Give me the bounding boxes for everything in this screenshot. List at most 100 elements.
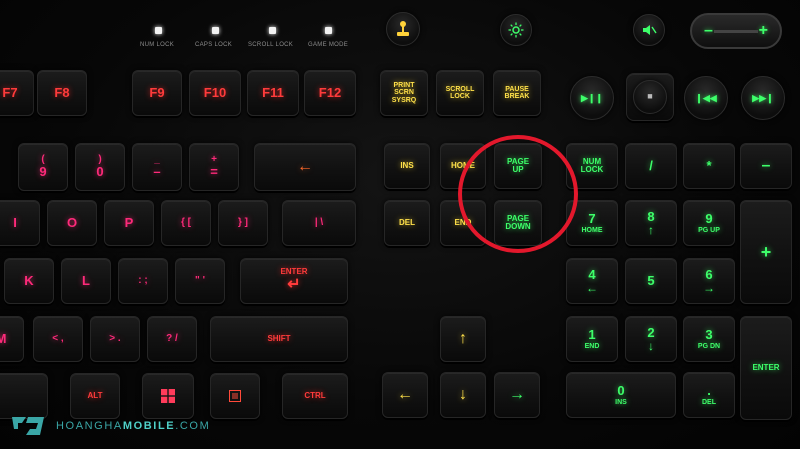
key-quote[interactable]: " ' (175, 258, 225, 304)
key-numpad-4-main: 4 (588, 266, 596, 282)
key-minus[interactable]: _ – (132, 143, 182, 191)
key-semicolon[interactable]: : ; (118, 258, 168, 304)
key-print-screen[interactable]: PRINT SCRN SYSRQ (380, 70, 428, 116)
key-numpad-8-main: 8 (647, 208, 655, 224)
mute-button[interactable] (633, 14, 665, 46)
key-right-shift[interactable]: SHIFT (210, 316, 348, 362)
key-left-bracket[interactable]: { [ (161, 200, 211, 246)
key-numpad-4[interactable]: 4 ← (566, 258, 618, 304)
key-page-up[interactable]: PAGE UP (494, 143, 542, 189)
volume-rocker[interactable]: – + (690, 13, 782, 49)
key-right-bracket[interactable]: } ] (218, 200, 268, 246)
key-l[interactable]: L (61, 258, 111, 304)
play-pause-button[interactable]: ▶❙❙ (570, 76, 614, 120)
key-equals[interactable]: + = (189, 143, 239, 191)
key-numpad-8[interactable]: 8 ↑ (625, 200, 677, 246)
key-scroll-lock-label: SCROLL LOCK (445, 85, 475, 100)
key-arrow-right[interactable]: → (494, 372, 540, 418)
key-backslash[interactable]: | \ (282, 200, 356, 246)
key-equals-bottom: = (210, 164, 218, 180)
backlight-button[interactable] (500, 14, 532, 46)
key-backspace[interactable]: ← (254, 143, 356, 191)
key-o[interactable]: O (47, 200, 97, 246)
key-numpad-plus[interactable]: + (740, 200, 792, 304)
key-numpad-0-main: 0 (617, 383, 625, 398)
key-num-lock[interactable]: NUM LOCK (566, 143, 618, 189)
joystick-icon (397, 21, 409, 36)
key-f12[interactable]: F12 (304, 70, 356, 116)
key-numpad-enter[interactable]: ENTER (740, 316, 792, 420)
key-i[interactable]: I (0, 200, 40, 246)
volume-up-button[interactable]: + (759, 22, 768, 40)
key-left-paren[interactable]: ( 9 (18, 143, 68, 191)
key-arrow-up[interactable]: ↑ (440, 316, 486, 362)
stop-knob: ■ (633, 80, 667, 114)
watermark-brand-a: HOANGHA (56, 420, 123, 432)
key-right-paren[interactable]: ) 0 (75, 143, 125, 191)
key-p[interactable]: P (104, 200, 154, 246)
stop-icon: ■ (647, 91, 653, 102)
key-f8[interactable]: F8 (37, 70, 87, 116)
game-mode-button[interactable] (386, 12, 420, 46)
key-f9[interactable]: F9 (132, 70, 182, 116)
key-numpad-3-sub: PG DN (697, 342, 721, 350)
key-menu[interactable] (210, 373, 260, 419)
scroll-lock-led-label: SCROLL LOCK (248, 42, 294, 48)
volume-down-button[interactable]: – (704, 22, 713, 40)
key-f10[interactable]: F10 (189, 70, 241, 116)
stop-button[interactable]: ■ (626, 73, 674, 121)
key-numpad-7[interactable]: 7 HOME (566, 200, 618, 246)
previous-track-button[interactable]: ❙◀◀ (684, 76, 728, 120)
num-lock-led-label: NUM LOCK (140, 42, 175, 48)
key-numpad-2[interactable]: 2 ↓ (625, 316, 677, 362)
key-f11[interactable]: F11 (247, 70, 299, 116)
key-numpad-6[interactable]: 6 → (683, 258, 735, 304)
key-k[interactable]: K (4, 258, 54, 304)
key-arrow-down[interactable]: ↓ (440, 372, 486, 418)
key-m[interactable]: M (0, 316, 24, 362)
key-numpad-0[interactable]: 0 INS (566, 372, 676, 418)
key-slash[interactable]: ? / (147, 316, 197, 362)
key-numpad-4-sub: ← (586, 280, 598, 295)
key-home[interactable]: HOME (440, 143, 486, 189)
caps-lock-led-label: CAPS LOCK (195, 42, 233, 48)
key-numpad-9-main: 9 (705, 211, 713, 226)
key-numpad-2-sub: ↓ (648, 338, 654, 353)
windows-icon (161, 389, 175, 403)
key-comma[interactable]: < , (33, 316, 83, 362)
scroll-lock-led (269, 27, 276, 34)
game-mode-led-label: GAME MODE (308, 42, 349, 48)
key-numpad-5[interactable]: 5 (625, 258, 677, 304)
key-insert[interactable]: INS (384, 143, 430, 189)
key-f7[interactable]: F7 (0, 70, 34, 116)
key-numpad-7-main: 7 (588, 211, 596, 226)
key-delete[interactable]: DEL (384, 200, 430, 246)
key-numpad-decimal-main: . (707, 383, 711, 398)
key-numpad-divide[interactable]: / (625, 143, 677, 189)
keyboard-photo: NUM LOCK CAPS LOCK SCROLL LOCK GAME MODE (0, 0, 800, 449)
key-numpad-1-sub: END (584, 342, 600, 350)
key-page-down[interactable]: PAGE DOWN (494, 200, 542, 246)
next-track-button[interactable]: ▶▶❙ (741, 76, 785, 120)
key-arrow-left[interactable]: ← (382, 372, 428, 418)
key-enter[interactable]: ENTER ↵ (240, 258, 348, 304)
caps-lock-led (212, 27, 219, 34)
key-page-down-label: PAGE DOWN (505, 213, 531, 231)
key-right-ctrl[interactable]: CTRL (282, 373, 348, 419)
key-end[interactable]: END (440, 200, 486, 246)
menu-icon (229, 390, 241, 402)
key-numpad-minus[interactable]: – (740, 143, 792, 189)
key-numpad-decimal[interactable]: . DEL (683, 372, 735, 418)
key-pause-break-label: PAUSE BREAK (504, 85, 530, 100)
num-lock-led (155, 27, 162, 34)
key-pause-break[interactable]: PAUSE BREAK (493, 70, 541, 116)
volume-bar (714, 30, 758, 33)
key-scroll-lock[interactable]: SCROLL LOCK (436, 70, 484, 116)
key-numpad-decimal-sub: DEL (702, 398, 716, 406)
key-numpad-multiply[interactable]: * (683, 143, 735, 189)
key-numpad-1[interactable]: 1 END (566, 316, 618, 362)
key-period[interactable]: > . (90, 316, 140, 362)
key-numpad-3[interactable]: 3 PG DN (683, 316, 735, 362)
key-page-up-label: PAGE UP (506, 156, 530, 174)
key-numpad-9[interactable]: 9 PG UP (683, 200, 735, 246)
